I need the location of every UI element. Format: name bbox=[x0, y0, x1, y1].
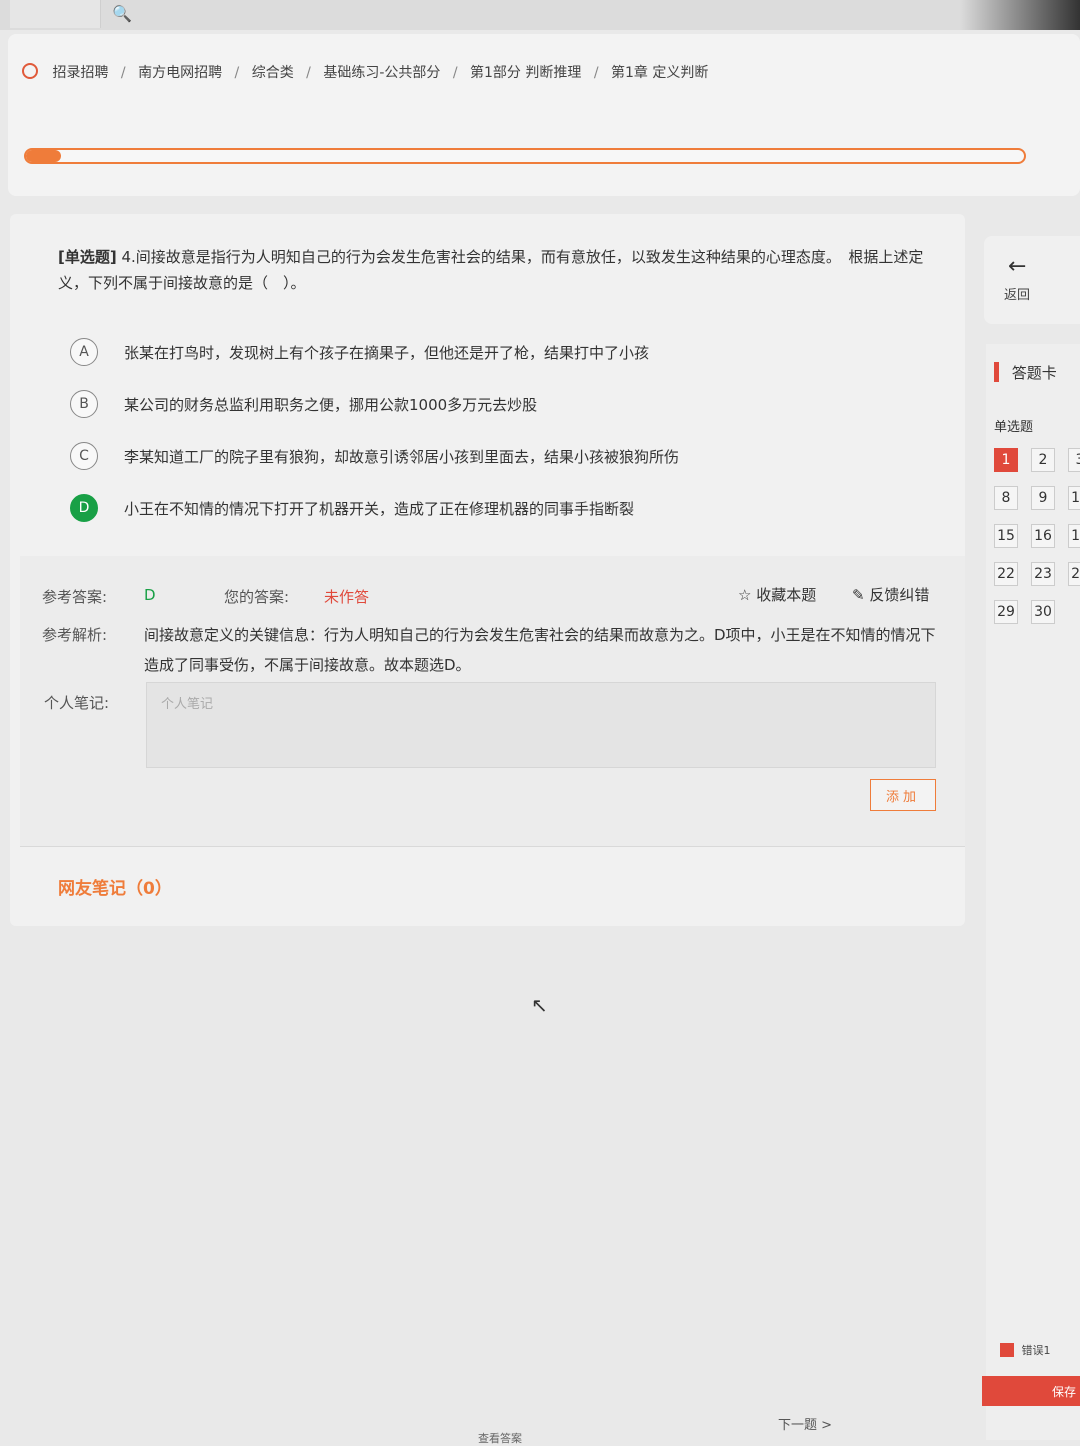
progress-fill bbox=[26, 150, 61, 162]
option-letter[interactable]: D bbox=[70, 494, 98, 522]
question-number-9[interactable]: 9 bbox=[1031, 486, 1055, 510]
title-accent bbox=[994, 362, 999, 382]
next-question-button[interactable]: 下一题 > bbox=[778, 1414, 832, 1433]
back-label: 返回 bbox=[1004, 288, 1031, 303]
option-a[interactable]: A 张某在打鸟时，发现树上有个孩子在摘果子，但他还是开了枪，结果打中了小孩 bbox=[70, 338, 649, 366]
question-number-8[interactable]: 8 bbox=[994, 486, 1018, 510]
back-button[interactable]: ← 返回 bbox=[984, 236, 1080, 324]
user-notes-tab[interactable]: 网友笔记（0） bbox=[58, 874, 172, 899]
personal-note-input[interactable]: 个人笔记 bbox=[146, 682, 936, 768]
question-number-29[interactable]: 29 bbox=[994, 600, 1018, 624]
breadcrumb: 招录招聘 / 南方电网招聘 / 综合类 / 基础练习-公共部分 / 第1部分 判… bbox=[22, 62, 708, 82]
breadcrumb-item[interactable]: 第1章 定义判断 bbox=[611, 65, 708, 81]
browser-tab[interactable] bbox=[10, 0, 101, 28]
option-text: 小王在不知情的情况下打开了机器开关，造成了正在修理机器的同事手指断裂 bbox=[124, 499, 635, 518]
question-type-tag: [单选题] bbox=[58, 248, 117, 266]
arrow-left-icon: ← bbox=[1008, 254, 1027, 279]
option-d[interactable]: D 小王在不知情的情况下打开了机器开关，造成了正在修理机器的同事手指断裂 bbox=[70, 494, 634, 522]
option-b[interactable]: B 某公司的财务总监利用职务之便，挪用公款1000多万元去炒股 bbox=[70, 390, 537, 418]
option-text: 李某知道工厂的院子里有狼狗，却故意引诱邻居小孩到里面去，结果小孩被狼狗所伤 bbox=[124, 447, 680, 466]
add-note-button[interactable]: 添加 bbox=[870, 779, 936, 811]
divider bbox=[20, 846, 965, 847]
location-pin-icon bbox=[22, 63, 38, 79]
breadcrumb-item[interactable]: 南方电网招聘 bbox=[138, 65, 222, 81]
question-number-23[interactable]: 23 bbox=[1031, 562, 1055, 586]
favorite-button[interactable]: ☆ 收藏本题 bbox=[738, 584, 816, 605]
feedback-button[interactable]: ✎ 反馈纠错 bbox=[852, 584, 929, 605]
search-icon[interactable]: 🔍 bbox=[112, 4, 132, 23]
option-letter[interactable]: C bbox=[70, 442, 98, 470]
note-label: 个人笔记: bbox=[44, 694, 110, 712]
view-answer-button[interactable]: 查看答案 bbox=[478, 1430, 522, 1446]
breadcrumb-item[interactable]: 招录招聘 bbox=[52, 65, 108, 81]
header-panel bbox=[8, 34, 1080, 196]
your-answer-value: 未作答 bbox=[324, 588, 370, 606]
option-letter[interactable]: A bbox=[70, 338, 98, 366]
star-icon: ☆ bbox=[738, 586, 752, 604]
question-number-2[interactable]: 2 bbox=[1031, 448, 1055, 472]
reference-answer-value: D bbox=[144, 586, 156, 604]
question-number-22[interactable]: 22 bbox=[994, 562, 1018, 586]
question-number-30[interactable]: 30 bbox=[1031, 600, 1055, 624]
save-button[interactable]: 保存 bbox=[982, 1376, 1080, 1406]
option-text: 张某在打鸟时，发现树上有个孩子在摘果子，但他还是开了枪，结果打中了小孩 bbox=[124, 343, 650, 362]
question-number-24[interactable]: 24 bbox=[1068, 562, 1080, 586]
question-number-16[interactable]: 16 bbox=[1031, 524, 1055, 548]
answer-sheet-title: 答题卡 bbox=[994, 362, 1057, 383]
analysis-label: 参考解析: bbox=[42, 626, 108, 644]
question-text: 4.间接故意是指行为人明知自己的行为会发生危害社会的结果，而有意放任，以致发生这… bbox=[58, 248, 924, 292]
option-c[interactable]: C 李某知道工厂的院子里有狼狗，却故意引诱邻居小孩到里面去，结果小孩被狼狗所伤 bbox=[70, 442, 679, 470]
question-stem: [单选题] 4.间接故意是指行为人明知自己的行为会发生危害社会的结果，而有意放任… bbox=[58, 244, 928, 296]
reference-answer-label: 参考答案: bbox=[42, 588, 108, 606]
pencil-icon: ✎ bbox=[852, 586, 865, 604]
question-number-15[interactable]: 15 bbox=[994, 524, 1018, 548]
progress-bar bbox=[24, 148, 1026, 164]
legend-wrong: 错误1 bbox=[1000, 1342, 1051, 1358]
breadcrumb-item[interactable]: 综合类 bbox=[252, 65, 294, 81]
section-label: 单选题 bbox=[994, 420, 1034, 435]
option-letter[interactable]: B bbox=[70, 390, 98, 418]
question-number-10[interactable]: 10 bbox=[1068, 486, 1080, 510]
mouse-cursor-icon: ↖ bbox=[531, 993, 548, 1017]
browser-topbar: 🔍 bbox=[0, 0, 1080, 30]
breadcrumb-item[interactable]: 第1部分 判断推理 bbox=[470, 65, 581, 81]
question-number-3[interactable]: 3 bbox=[1068, 448, 1080, 472]
wrong-marker bbox=[1000, 1343, 1014, 1357]
screen-edge bbox=[960, 0, 1080, 30]
your-answer-label: 您的答案: bbox=[224, 588, 290, 606]
question-number-1[interactable]: 1 bbox=[994, 448, 1018, 472]
breadcrumb-item[interactable]: 基础练习-公共部分 bbox=[323, 65, 440, 81]
question-number-17[interactable]: 17 bbox=[1068, 524, 1080, 548]
analysis-text: 间接故意定义的关键信息：行为人明知自己的行为会发生危害社会的结果而故意为之。D项… bbox=[144, 626, 936, 674]
option-text: 某公司的财务总监利用职务之便，挪用公款1000多万元去炒股 bbox=[124, 395, 538, 414]
